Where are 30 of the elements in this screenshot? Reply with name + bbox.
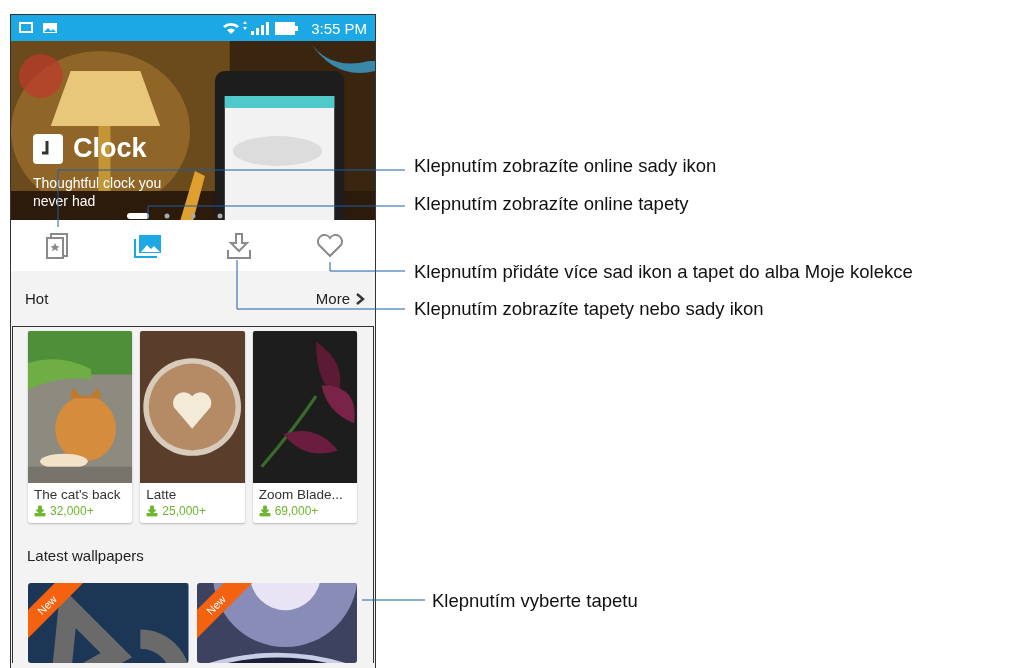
status-time: 3:55 PM bbox=[311, 19, 367, 37]
wallpaper-card[interactable]: The cat's back 32,000+ bbox=[28, 331, 133, 523]
download-icon bbox=[258, 505, 271, 517]
download-count: 69,000+ bbox=[274, 504, 319, 518]
wallpaper-title: Zoom Blade... bbox=[258, 487, 344, 502]
callout-text: Klepnutím přidáte více sad ikon a tapet do alba Moje kolekce bbox=[414, 261, 913, 283]
section-title: Latest wallpapers bbox=[27, 546, 144, 564]
download-icon bbox=[34, 505, 46, 517]
gallery-icon bbox=[132, 232, 163, 259]
heart-icon bbox=[315, 233, 344, 258]
wallpaper-card[interactable]: Zoom Blade... 69,000+ bbox=[252, 331, 357, 523]
callout-text: Klepnutím zobrazíte online tapety bbox=[414, 193, 689, 215]
callout-text: Klepnutím zobrazíte online sady ikon bbox=[414, 155, 717, 177]
download-icon bbox=[225, 231, 252, 260]
wallpaper-title: Latte bbox=[146, 487, 178, 502]
wallpaper-card[interactable]: Latte 25,000+ bbox=[140, 331, 245, 523]
wallpaper-title: The cat's back bbox=[34, 487, 122, 502]
section-title: Hot bbox=[25, 290, 49, 307]
callout-text: Klepnutím vyberte tapetu bbox=[432, 590, 638, 612]
leader-line bbox=[361, 599, 426, 601]
banner-title: Clock bbox=[73, 133, 147, 164]
book-star-icon bbox=[44, 231, 69, 260]
chevron-icon bbox=[355, 291, 365, 306]
callout-text: Klepnutím zobrazíte tapety nebo sady ikon bbox=[414, 298, 764, 320]
banner-subtitle: Thoughtful clock you never had bbox=[33, 174, 163, 210]
download-count: 25,000+ bbox=[162, 504, 207, 518]
download-count: 32,000+ bbox=[50, 504, 94, 518]
clock-icon bbox=[33, 133, 63, 164]
download-icon bbox=[146, 505, 159, 517]
more-link[interactable]: More bbox=[315, 290, 365, 307]
